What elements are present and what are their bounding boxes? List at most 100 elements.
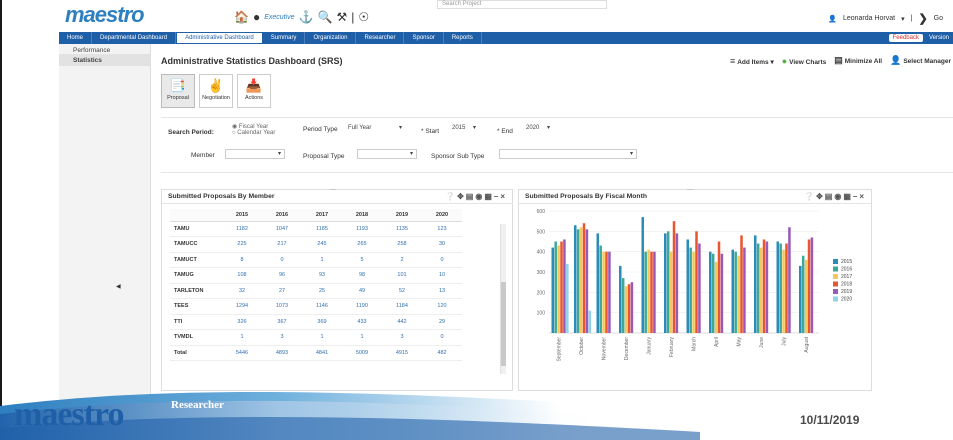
nav-organization[interactable]: Organization	[305, 32, 357, 44]
export-icon[interactable]: ▤	[466, 192, 476, 201]
bar[interactable]	[695, 231, 698, 333]
bar[interactable]	[647, 249, 650, 333]
home-icon[interactable]: 🏠	[234, 10, 249, 24]
count-cell[interactable]: 0	[422, 329, 462, 346]
nav-sponsor[interactable]: Sponsor	[404, 32, 444, 44]
bar[interactable]	[669, 251, 673, 333]
tile-negotiation[interactable]: ✌ Negotiation	[199, 74, 233, 108]
bar[interactable]	[785, 243, 788, 333]
bar[interactable]	[740, 235, 743, 333]
legend-swatch[interactable]	[833, 289, 838, 294]
count-cell[interactable]: 13	[422, 283, 462, 299]
count-cell[interactable]: 10	[422, 267, 462, 284]
count-cell[interactable]: 52	[382, 283, 422, 299]
bar[interactable]	[799, 265, 802, 333]
bar[interactable]	[566, 263, 569, 333]
tools-icon[interactable]: ⚒	[336, 10, 347, 24]
nav-reports[interactable]: Reports	[444, 32, 482, 44]
legend-swatch[interactable]	[833, 281, 838, 287]
move-icon[interactable]: ✥	[457, 192, 466, 201]
close-icon[interactable]: ×	[500, 192, 507, 201]
count-cell[interactable]: 1	[222, 329, 262, 346]
chart-toggle-icon[interactable]: ◉	[834, 192, 843, 201]
table-row[interactable]: TAMUG 108 96 93 98 101 10	[170, 267, 462, 284]
bar[interactable]	[557, 245, 560, 333]
bar[interactable]	[596, 233, 600, 333]
count-cell[interactable]: 123	[422, 221, 462, 237]
count-cell[interactable]: 225	[222, 236, 262, 253]
settings-icon[interactable]: ▦	[843, 192, 853, 201]
version-link[interactable]: Version	[929, 35, 949, 41]
close-icon[interactable]: ×	[859, 192, 866, 201]
legend-swatch[interactable]	[833, 274, 838, 279]
app-logo[interactable]: maestro	[65, 2, 145, 28]
bar[interactable]	[605, 251, 608, 333]
bar[interactable]	[720, 253, 724, 333]
count-cell[interactable]: 326	[222, 314, 262, 330]
bar[interactable]	[630, 282, 634, 333]
bar[interactable]	[599, 245, 602, 333]
collapse-arrow-icon[interactable]: ◀	[116, 283, 121, 290]
count-cell[interactable]: 0	[422, 252, 462, 268]
go-arrow-icon[interactable]: ❯	[918, 12, 927, 25]
table-scrollbar[interactable]	[500, 224, 506, 374]
search-people-icon[interactable]: 🔍	[318, 10, 333, 24]
tile-actions[interactable]: 📥 Actions	[237, 74, 271, 108]
count-cell[interactable]: 1184	[382, 298, 422, 315]
count-cell[interactable]: 8	[222, 252, 262, 268]
count-cell[interactable]: 1047	[262, 221, 302, 237]
table-header-cell[interactable]: 2019	[382, 209, 422, 222]
count-cell[interactable]: 1135	[382, 221, 422, 237]
count-cell[interactable]: 2	[382, 252, 422, 268]
count-cell[interactable]: 27	[262, 283, 302, 299]
sponsor-sub-type-select[interactable]: ▾	[499, 149, 637, 159]
bar[interactable]	[608, 251, 611, 333]
feedback-button[interactable]: Feedback	[888, 34, 923, 42]
legend-label[interactable]: 2017	[841, 274, 852, 280]
bar[interactable]	[672, 221, 676, 333]
count-cell[interactable]: 29	[422, 314, 462, 330]
count-cell[interactable]: 1146	[302, 298, 342, 315]
bar[interactable]	[762, 239, 766, 333]
count-cell[interactable]: 3	[382, 329, 422, 346]
bar[interactable]	[737, 255, 740, 333]
count-cell[interactable]: 120	[422, 298, 462, 315]
nav-researcher[interactable]: Researcher	[356, 32, 405, 44]
bar[interactable]	[754, 235, 757, 333]
count-cell[interactable]: 1294	[222, 298, 262, 315]
view-charts-button[interactable]: ● View Charts	[782, 56, 827, 66]
bar[interactable]	[619, 265, 622, 333]
bar[interactable]	[650, 251, 653, 333]
table-header-cell[interactable]: 2015	[222, 209, 262, 222]
count-cell[interactable]: 108	[222, 267, 262, 284]
count-cell[interactable]: 258	[382, 236, 422, 253]
bar[interactable]	[579, 227, 583, 333]
count-cell[interactable]: 93	[302, 267, 342, 284]
scroll-thumb[interactable]	[501, 282, 506, 366]
bar[interactable]	[717, 241, 721, 334]
add-items-button[interactable]: ≡ Add Items ▾	[730, 56, 774, 66]
bar[interactable]	[641, 217, 645, 333]
bar[interactable]	[776, 241, 780, 334]
count-cell[interactable]: 3	[262, 329, 302, 346]
sidebar-item-performance[interactable]: Performance	[59, 44, 150, 54]
bar[interactable]	[711, 253, 715, 333]
bar[interactable]	[698, 243, 701, 333]
user-name[interactable]: Leonarda Horvat	[843, 15, 895, 22]
count-cell[interactable]: 217	[262, 236, 302, 253]
org-chart-icon[interactable]: ⚓	[299, 10, 314, 24]
legend-label[interactable]: 2016	[841, 267, 852, 273]
bar[interactable]	[675, 233, 679, 333]
bar[interactable]	[801, 255, 805, 333]
bar[interactable]	[734, 251, 737, 333]
count-cell[interactable]: 433	[342, 314, 382, 330]
table-header-cell[interactable]: 2017	[302, 209, 342, 222]
bar[interactable]	[576, 229, 580, 333]
bar[interactable]	[585, 229, 589, 333]
legend-swatch[interactable]	[833, 259, 838, 264]
table-row[interactable]: TARLETON 32 27 25 49 52 13	[170, 283, 462, 299]
bar[interactable]	[788, 227, 791, 333]
bar[interactable]	[689, 247, 692, 333]
count-cell[interactable]: 4841	[302, 345, 342, 361]
bar[interactable]	[554, 241, 557, 334]
